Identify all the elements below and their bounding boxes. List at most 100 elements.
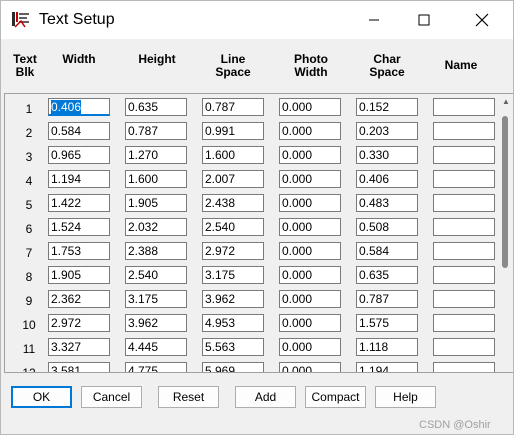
cell-line-space[interactable]: 0.991 xyxy=(202,122,264,140)
ok-button[interactable]: OK xyxy=(11,386,72,408)
add-button[interactable]: Add xyxy=(235,386,296,408)
scroll-up-icon[interactable]: ▲ xyxy=(502,98,510,106)
cell-width[interactable]: 3.581 xyxy=(48,362,110,372)
vertical-scrollbar[interactable]: ▲ xyxy=(499,94,513,372)
cell-height[interactable]: 3.175 xyxy=(125,290,187,308)
cell-height[interactable]: 1.270 xyxy=(125,146,187,164)
cell-char-space[interactable]: 0.330 xyxy=(356,146,418,164)
cell-char-space[interactable]: 1.575 xyxy=(356,314,418,332)
cell-name[interactable] xyxy=(433,314,495,332)
cell-photo-width[interactable]: 0.000 xyxy=(279,242,341,260)
cell-height[interactable]: 4.445 xyxy=(125,338,187,356)
cell-height[interactable]: 4.775 xyxy=(125,362,187,372)
cell-char-space[interactable]: 1.118 xyxy=(356,338,418,356)
cell-width[interactable]: 1.905 xyxy=(48,266,110,284)
cell-line-space[interactable]: 0.787 xyxy=(202,98,264,116)
cell-photo-width[interactable]: 0.000 xyxy=(279,290,341,308)
column-headers: Text Blk Width Height Line Space Photo Widt… xyxy=(1,41,513,91)
col-header-width: Width xyxy=(62,52,96,66)
cell-name[interactable] xyxy=(433,194,495,212)
cell-photo-width[interactable]: 0.000 xyxy=(279,146,341,164)
row-number: 2 xyxy=(25,126,33,140)
cell-char-space[interactable]: 0.203 xyxy=(356,122,418,140)
minimize-button[interactable] xyxy=(351,1,397,39)
cell-name[interactable] xyxy=(433,98,495,116)
table-row: 1 0.406 0.635 0.787 0.000 0.152 xyxy=(5,98,501,120)
row-number: 9 xyxy=(25,294,33,308)
minimize-icon xyxy=(369,19,379,21)
cell-char-space[interactable]: 0.635 xyxy=(356,266,418,284)
cell-photo-width[interactable]: 0.000 xyxy=(279,314,341,332)
cell-width[interactable]: 2.972 xyxy=(48,314,110,332)
cell-line-space[interactable]: 5.563 xyxy=(202,338,264,356)
text-block-grid: 1 0.406 0.635 0.787 0.000 0.152 2 0.584 0.787 0.9… xyxy=(4,93,513,373)
table-row: 7 1.753 2.388 2.972 0.000 0.584 xyxy=(5,242,501,264)
cell-char-space[interactable]: 0.152 xyxy=(356,98,418,116)
cell-height[interactable]: 1.600 xyxy=(125,170,187,188)
cell-height[interactable]: 0.787 xyxy=(125,122,187,140)
reset-button[interactable]: Reset xyxy=(158,386,219,408)
cell-line-space[interactable]: 1.600 xyxy=(202,146,264,164)
row-number: 5 xyxy=(25,198,33,212)
cell-photo-width[interactable]: 0.000 xyxy=(279,266,341,284)
cell-name[interactable] xyxy=(433,338,495,356)
cell-photo-width[interactable]: 0.000 xyxy=(279,194,341,212)
close-button[interactable] xyxy=(459,1,505,39)
close-icon xyxy=(475,13,489,27)
cell-line-space[interactable]: 4.953 xyxy=(202,314,264,332)
cell-char-space[interactable]: 1.194 xyxy=(356,362,418,372)
cell-char-space[interactable]: 0.406 xyxy=(356,170,418,188)
cell-name[interactable] xyxy=(433,266,495,284)
cell-line-space[interactable]: 2.438 xyxy=(202,194,264,212)
compact-button[interactable]: Compact xyxy=(305,386,366,408)
scroll-thumb[interactable] xyxy=(502,116,508,268)
cell-height[interactable]: 1.905 xyxy=(125,194,187,212)
cell-name[interactable] xyxy=(433,146,495,164)
cell-width[interactable]: 1.524 xyxy=(48,218,110,236)
cell-photo-width[interactable]: 0.000 xyxy=(279,338,341,356)
cell-width[interactable]: 0.584 xyxy=(48,122,110,140)
window-title: Text Setup xyxy=(39,11,115,28)
cell-name[interactable] xyxy=(433,242,495,260)
cell-char-space[interactable]: 0.787 xyxy=(356,290,418,308)
cell-line-space[interactable]: 2.540 xyxy=(202,218,264,236)
cell-name[interactable] xyxy=(433,170,495,188)
cell-photo-width[interactable]: 0.000 xyxy=(279,218,341,236)
maximize-button[interactable] xyxy=(401,1,447,39)
cancel-button[interactable]: Cancel xyxy=(81,386,142,408)
table-row: 11 3.327 4.445 5.563 0.000 1.118 xyxy=(5,338,501,360)
help-button[interactable]: Help xyxy=(375,386,436,408)
row-number: 11 xyxy=(22,342,36,356)
cell-photo-width[interactable]: 0.000 xyxy=(279,170,341,188)
table-row: 6 1.524 2.032 2.540 0.000 0.508 xyxy=(5,218,501,240)
cell-line-space[interactable]: 2.007 xyxy=(202,170,264,188)
cell-photo-width[interactable]: 0.000 xyxy=(279,98,341,116)
cell-height[interactable]: 3.962 xyxy=(125,314,187,332)
cell-line-space[interactable]: 5.969 xyxy=(202,362,264,372)
cell-name[interactable] xyxy=(433,218,495,236)
cell-width[interactable]: 1.422 xyxy=(48,194,110,212)
cell-char-space[interactable]: 0.508 xyxy=(356,218,418,236)
cell-char-space[interactable]: 0.483 xyxy=(356,194,418,212)
app-icon xyxy=(12,12,29,28)
cell-height[interactable]: 2.540 xyxy=(125,266,187,284)
cell-width[interactable]: 2.362 xyxy=(48,290,110,308)
cell-photo-width[interactable]: 0.000 xyxy=(279,362,341,372)
cell-char-space[interactable]: 0.584 xyxy=(356,242,418,260)
cell-width[interactable]: 1.194 xyxy=(48,170,110,188)
cell-width[interactable]: 1.753 xyxy=(48,242,110,260)
cell-width[interactable]: 3.327 xyxy=(48,338,110,356)
cell-name[interactable] xyxy=(433,290,495,308)
cell-line-space[interactable]: 3.175 xyxy=(202,266,264,284)
table-row: 9 2.362 3.175 3.962 0.000 0.787 xyxy=(5,290,501,312)
cell-photo-width[interactable]: 0.000 xyxy=(279,122,341,140)
cell-name[interactable] xyxy=(433,362,495,372)
cell-width[interactable]: 0.406 xyxy=(48,98,110,116)
cell-height[interactable]: 2.032 xyxy=(125,218,187,236)
cell-height[interactable]: 2.388 xyxy=(125,242,187,260)
cell-line-space[interactable]: 3.962 xyxy=(202,290,264,308)
cell-height[interactable]: 0.635 xyxy=(125,98,187,116)
cell-width[interactable]: 0.965 xyxy=(48,146,110,164)
cell-name[interactable] xyxy=(433,122,495,140)
cell-line-space[interactable]: 2.972 xyxy=(202,242,264,260)
